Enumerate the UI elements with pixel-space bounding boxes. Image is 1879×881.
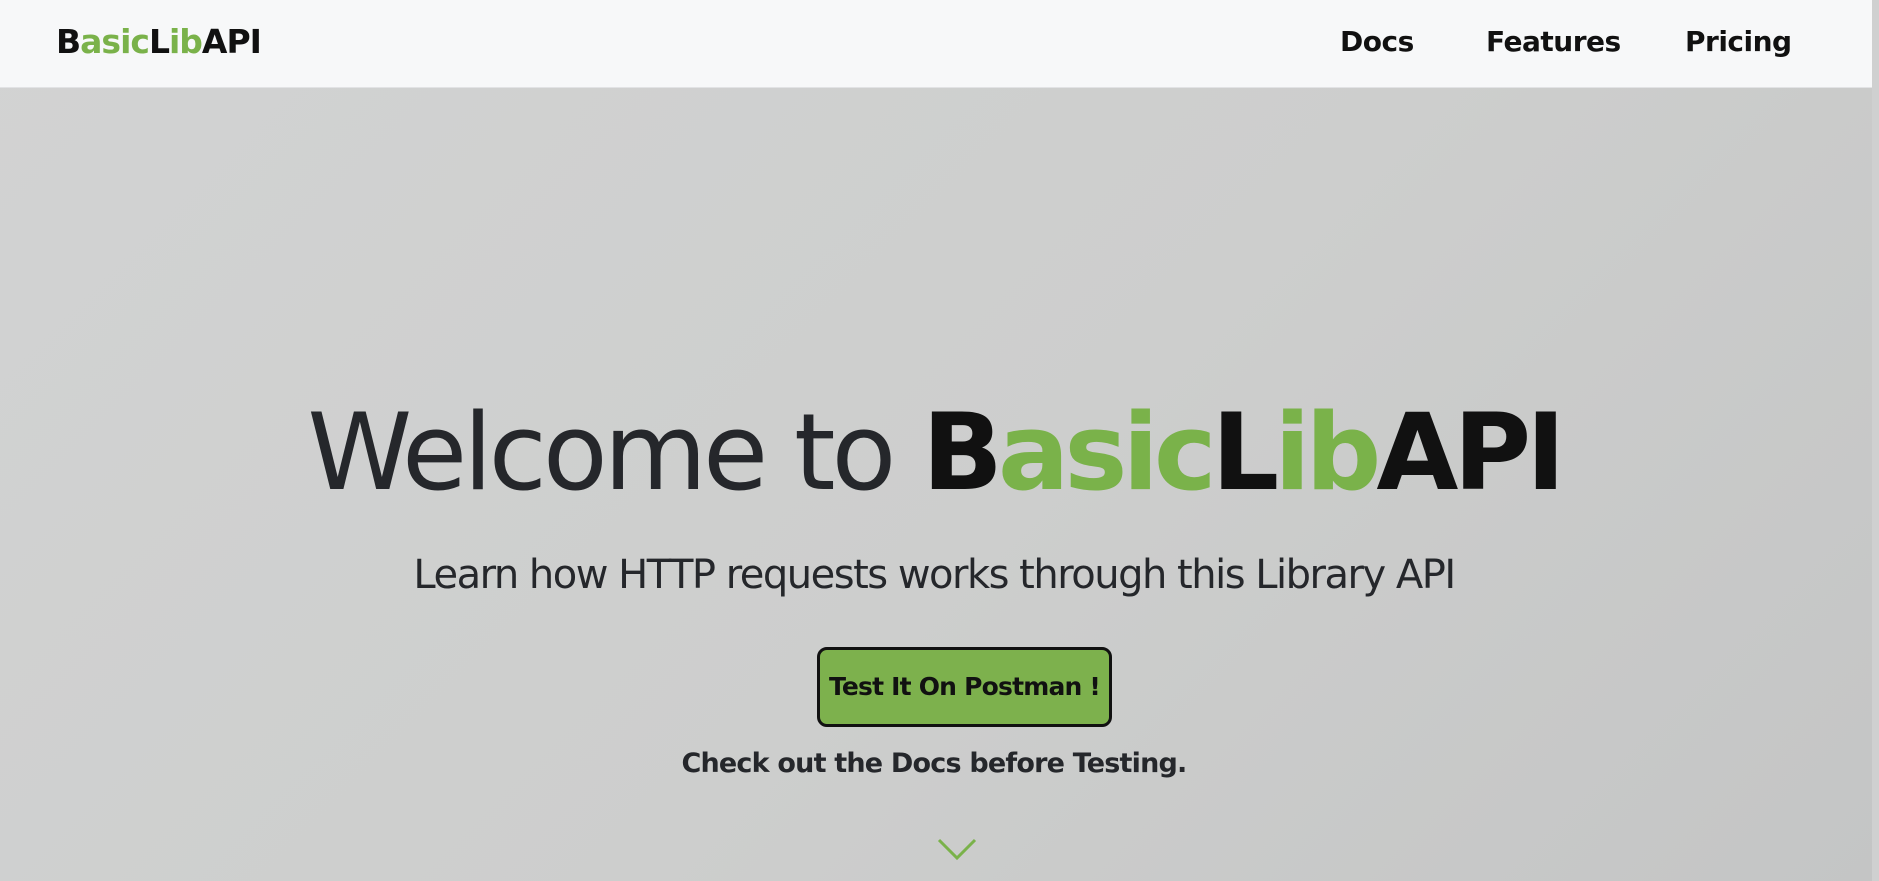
hero-subtitle: Learn how HTTP requests works through th…	[413, 552, 1456, 598]
nav-link-features[interactable]: Features	[1486, 22, 1621, 62]
hero-brand-text-api: API	[1376, 391, 1565, 514]
hero-title-brand: BasicLibAPI	[922, 391, 1566, 514]
chevron-down-icon[interactable]	[936, 834, 978, 862]
docs-note: Check out the Docs before Testing.	[681, 748, 1187, 779]
hero-title: Welcome to BasicLibAPI	[0, 388, 1868, 518]
navbar: BasicLibAPI Docs Features Pricing	[0, 0, 1879, 88]
hero-section: Welcome to BasicLibAPI Learn how HTTP re…	[0, 88, 1872, 881]
hero-brand-letter-b: B	[922, 391, 1003, 514]
hero-brand-text-ib: ib	[1274, 391, 1381, 514]
hero-title-prefix: Welcome to	[307, 391, 923, 514]
nav-link-docs[interactable]: Docs	[1340, 22, 1414, 62]
hero-brand-letter-l: L	[1211, 391, 1280, 514]
brand-text-api: API	[201, 22, 262, 61]
hero-brand-text-asic: asic	[997, 391, 1217, 514]
brand-text-ib: ib	[168, 22, 203, 61]
scrollbar[interactable]	[1872, 0, 1879, 881]
brand-logo[interactable]: BasicLibAPI	[56, 20, 262, 64]
brand-letter-b: B	[56, 22, 81, 61]
brand-letter-l: L	[148, 22, 170, 61]
nav-menu: Docs Features Pricing	[1340, 22, 1820, 62]
test-on-postman-button[interactable]: Test It On Postman !	[817, 647, 1112, 727]
nav-link-pricing[interactable]: Pricing	[1685, 22, 1792, 62]
brand-text-asic: asic	[80, 22, 150, 61]
